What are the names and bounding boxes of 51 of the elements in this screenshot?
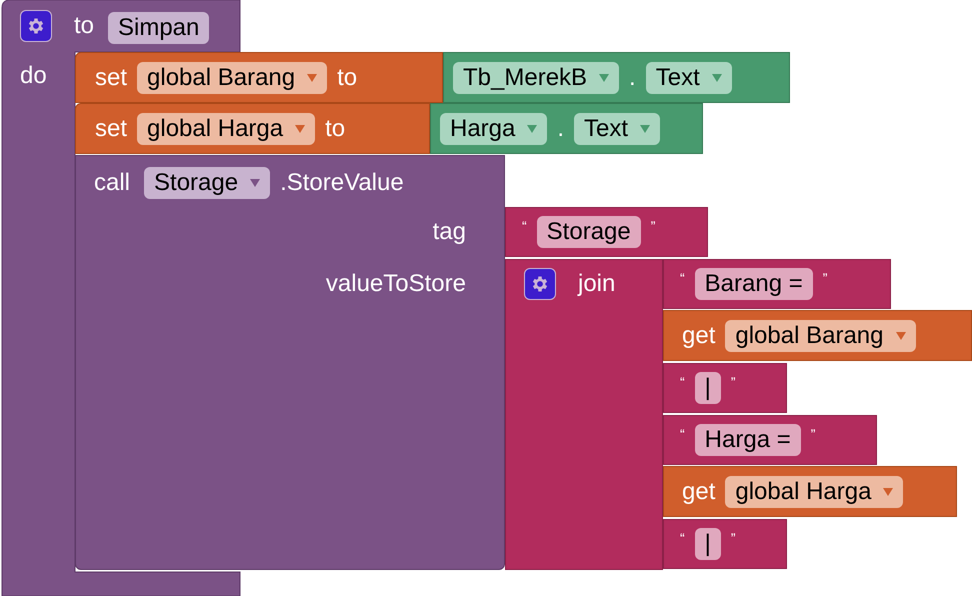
text-field[interactable]: |	[694, 528, 721, 560]
open-quote: “	[522, 217, 527, 236]
do-keyword: do	[20, 61, 47, 91]
open-quote: “	[680, 425, 685, 444]
variable-dropdown[interactable]: global Harga	[725, 476, 904, 508]
caret-icon	[599, 74, 610, 82]
property-dropdown[interactable]: Text	[574, 112, 660, 144]
component-dropdown[interactable]: Tb_MerekB	[453, 62, 620, 94]
caret-icon	[640, 124, 650, 132]
argument-label: valueToStore	[324, 269, 466, 299]
caret-icon	[527, 124, 538, 132]
caret-icon	[712, 74, 722, 82]
gear-icon[interactable]	[524, 268, 556, 300]
caret-icon	[250, 179, 260, 187]
caret-icon	[883, 488, 894, 496]
variable-dropdown[interactable]: global Barang	[137, 62, 328, 94]
component-dropdown[interactable]: Storage	[144, 167, 270, 199]
caret-icon	[307, 74, 318, 82]
close-quote: ”	[650, 217, 656, 236]
close-quote: ”	[730, 373, 736, 392]
close-quote: ”	[730, 529, 736, 548]
dot-separator: .	[629, 62, 636, 92]
get-keyword: get	[682, 476, 716, 506]
procedure-name-field[interactable]: Simpan	[108, 12, 210, 44]
close-quote: ”	[822, 269, 828, 288]
to-keyword: to	[337, 62, 358, 92]
set-keyword: set	[95, 114, 128, 144]
to-keyword: to	[74, 11, 94, 41]
call-keyword: call	[94, 168, 130, 198]
open-quote: “	[680, 269, 685, 288]
text-field[interactable]: Barang =	[694, 268, 813, 300]
property-dropdown[interactable]: Text	[646, 62, 732, 94]
get-keyword: get	[682, 320, 716, 350]
variable-dropdown[interactable]: global Harga	[137, 112, 316, 144]
text-field[interactable]: |	[694, 372, 721, 404]
join-keyword: join	[578, 269, 616, 299]
method-name: .StoreValue	[280, 168, 404, 198]
to-keyword: to	[325, 114, 346, 144]
close-quote: ”	[810, 425, 816, 444]
open-quote: “	[680, 529, 685, 548]
open-quote: “	[680, 373, 685, 392]
dot-separator: .	[557, 114, 564, 144]
text-field[interactable]: Harga =	[694, 424, 801, 456]
argument-label: tag	[432, 217, 466, 247]
variable-dropdown[interactable]: global Barang	[725, 320, 916, 352]
text-field[interactable]: Storage	[536, 216, 641, 248]
caret-icon	[896, 332, 906, 340]
component-dropdown[interactable]: Harga	[440, 112, 548, 144]
caret-icon	[295, 124, 306, 132]
gear-icon[interactable]	[20, 10, 52, 42]
set-keyword: set	[95, 62, 128, 92]
